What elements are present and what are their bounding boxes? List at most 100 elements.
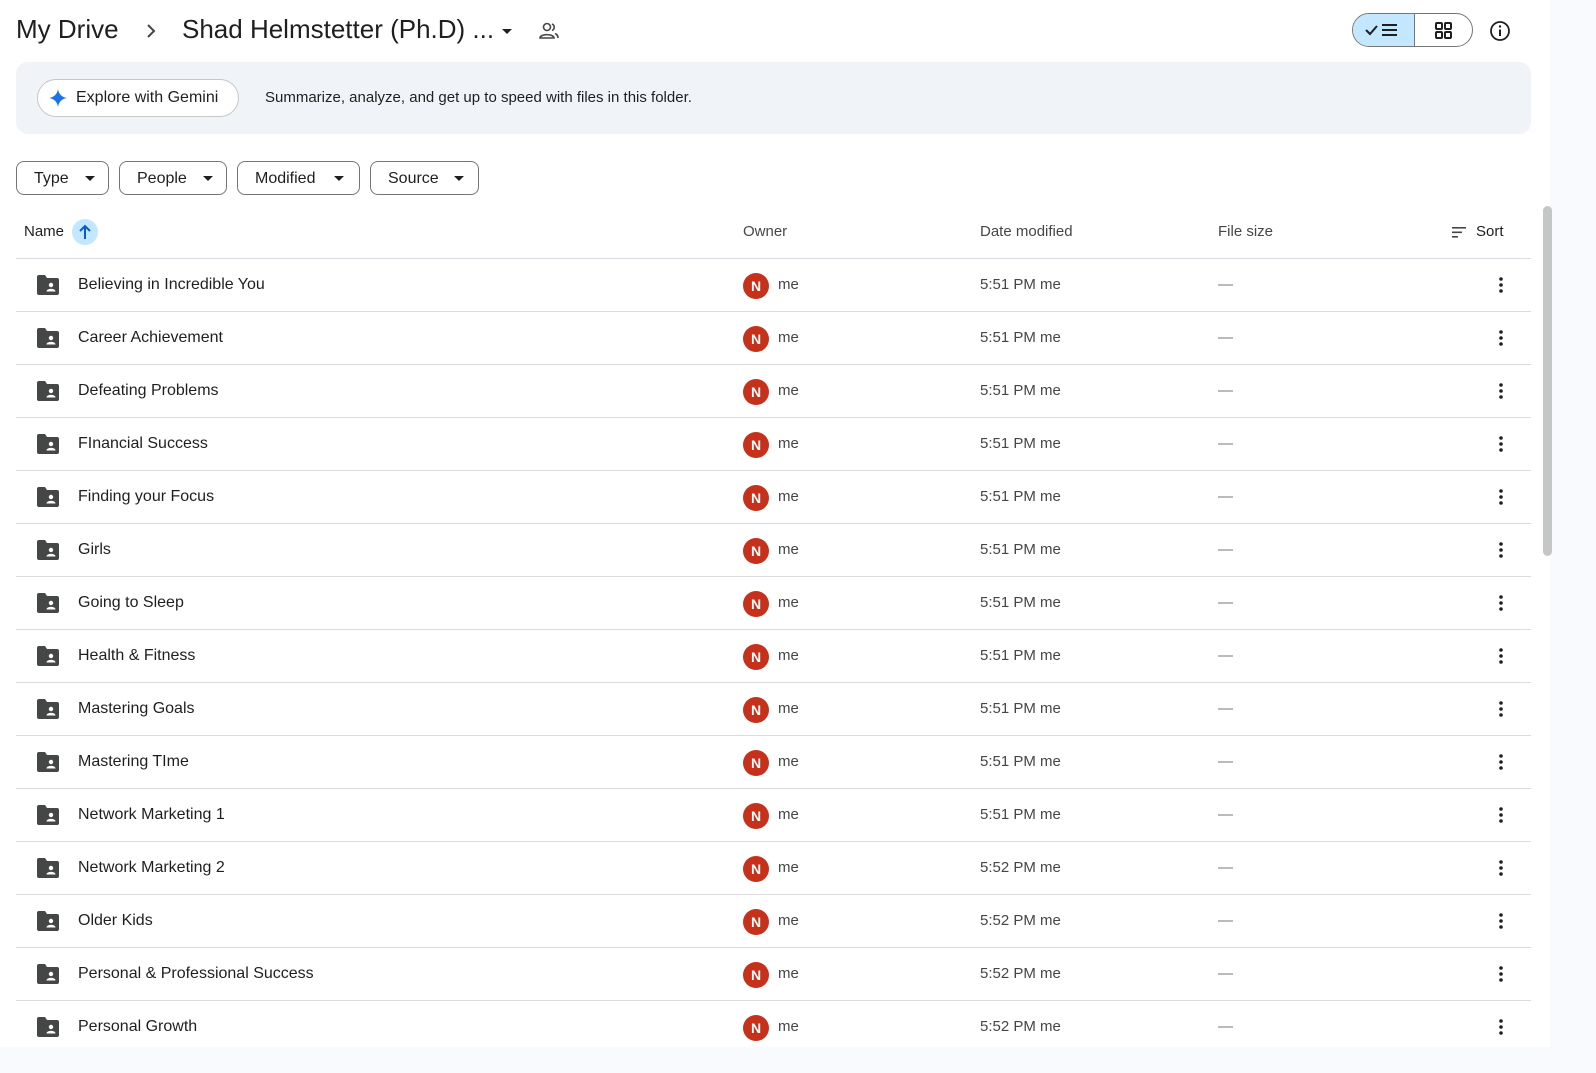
more-actions-icon[interactable] (1490, 379, 1512, 403)
date-modified: 5:51 PM me (980, 700, 1061, 717)
file-name[interactable]: Mastering TIme (78, 753, 189, 771)
table-row[interactable]: Health & Fitness N me 5:51 PM me — (16, 630, 1531, 683)
explore-with-gemini-button[interactable]: Explore with Gemini (37, 79, 239, 117)
owner-name: me (778, 806, 799, 823)
shared-folder-icon (37, 752, 59, 772)
file-name[interactable]: Health & Fitness (78, 647, 195, 665)
file-name[interactable]: Girls (78, 541, 111, 559)
file-name[interactable]: Believing in Incredible You (78, 276, 265, 294)
shared-folder-icon (37, 328, 59, 348)
table-row[interactable]: Believing in Incredible You N me 5:51 PM… (16, 259, 1531, 312)
filter-source-label: Source (388, 170, 439, 187)
more-actions-icon[interactable] (1490, 856, 1512, 880)
caret-down-icon (334, 176, 344, 181)
file-name[interactable]: Older Kids (78, 912, 153, 930)
grid-view-button[interactable] (1415, 14, 1472, 46)
more-actions-icon[interactable] (1490, 1015, 1512, 1039)
owner-avatar: N (743, 856, 769, 882)
table-row[interactable]: Defeating Problems N me 5:51 PM me — (16, 365, 1531, 418)
date-modified: 5:52 PM me (980, 912, 1061, 929)
gemini-star-icon (49, 89, 67, 107)
people-icon[interactable] (537, 19, 561, 43)
shared-folder-icon (37, 275, 59, 295)
breadcrumb-current-folder[interactable]: Shad Helmstetter (Ph.D) ... (182, 14, 494, 45)
shared-folder-icon (37, 593, 59, 613)
table-row[interactable]: Going to Sleep N me 5:51 PM me — (16, 577, 1531, 630)
sort-direction-button[interactable] (72, 219, 98, 245)
owner-name: me (778, 594, 799, 611)
file-name[interactable]: Finding your Focus (78, 488, 214, 506)
sort-button[interactable]: Sort (1449, 220, 1519, 244)
more-actions-icon[interactable] (1490, 273, 1512, 297)
owner-avatar: N (743, 326, 769, 352)
view-toggle (1352, 13, 1473, 47)
filter-modified-label: Modified (255, 170, 316, 187)
owner-avatar: N (743, 697, 769, 723)
more-actions-icon[interactable] (1490, 432, 1512, 456)
table-row[interactable]: Finding your Focus N me 5:51 PM me — (16, 471, 1531, 524)
table-row[interactable]: Girls N me 5:51 PM me — (16, 524, 1531, 577)
more-actions-icon[interactable] (1490, 803, 1512, 827)
filter-source-chip[interactable]: Source (370, 161, 479, 195)
file-name[interactable]: Network Marketing 2 (78, 859, 225, 877)
more-actions-icon[interactable] (1490, 750, 1512, 774)
scrollbar-thumb[interactable] (1543, 206, 1552, 556)
filter-modified-chip[interactable]: Modified (237, 161, 360, 195)
arrow-up-icon (79, 224, 91, 239)
filter-people-chip[interactable]: People (119, 161, 227, 195)
owner-name: me (778, 276, 799, 293)
more-actions-icon[interactable] (1490, 485, 1512, 509)
caret-down-icon[interactable] (498, 20, 516, 42)
file-size: — (1218, 965, 1233, 982)
drive-folder-page: My Drive Shad Helmstetter (Ph.D) ... Exp… (0, 0, 1552, 1073)
file-name[interactable]: Personal & Professional Success (78, 965, 314, 983)
filter-type-label: Type (34, 170, 69, 187)
file-name[interactable]: Network Marketing 1 (78, 806, 225, 824)
gemini-button-label: Explore with Gemini (76, 89, 219, 106)
table-row[interactable]: FInancial Success N me 5:51 PM me — (16, 418, 1531, 471)
table-row[interactable]: Mastering TIme N me 5:51 PM me — (16, 736, 1531, 789)
table-row[interactable]: Older Kids N me 5:52 PM me — (16, 895, 1531, 948)
more-actions-icon[interactable] (1490, 538, 1512, 562)
owner-avatar: N (743, 644, 769, 670)
breadcrumb-my-drive[interactable]: My Drive (16, 14, 119, 45)
file-name[interactable]: Going to Sleep (78, 594, 184, 612)
caret-down-icon (203, 176, 213, 181)
file-list: Believing in Incredible You N me 5:51 PM… (16, 259, 1531, 1054)
owner-avatar: N (743, 432, 769, 458)
more-actions-icon[interactable] (1490, 326, 1512, 350)
file-size: — (1218, 488, 1233, 505)
owner-name: me (778, 382, 799, 399)
table-row[interactable]: Personal & Professional Success N me 5:5… (16, 948, 1531, 1001)
filter-type-chip[interactable]: Type (16, 161, 109, 195)
file-size: — (1218, 594, 1233, 611)
owner-name: me (778, 329, 799, 346)
owner-name: me (778, 700, 799, 717)
file-name[interactable]: FInancial Success (78, 435, 208, 453)
more-actions-icon[interactable] (1490, 962, 1512, 986)
column-date-header[interactable]: Date modified (980, 223, 1073, 240)
date-modified: 5:51 PM me (980, 647, 1061, 664)
column-name-header[interactable]: Name (24, 223, 64, 240)
shared-folder-icon (37, 911, 59, 931)
column-size-header[interactable]: File size (1218, 223, 1273, 240)
more-actions-icon[interactable] (1490, 644, 1512, 668)
more-actions-icon[interactable] (1490, 909, 1512, 933)
more-actions-icon[interactable] (1490, 697, 1512, 721)
shared-folder-icon (37, 1017, 59, 1037)
table-row[interactable]: Network Marketing 2 N me 5:52 PM me — (16, 842, 1531, 895)
shared-folder-icon (37, 434, 59, 454)
file-name[interactable]: Career Achievement (78, 329, 223, 347)
file-name[interactable]: Mastering Goals (78, 700, 195, 718)
list-view-button[interactable] (1353, 14, 1415, 46)
date-modified: 5:52 PM me (980, 965, 1061, 982)
table-row[interactable]: Career Achievement N me 5:51 PM me — (16, 312, 1531, 365)
shared-folder-icon (37, 487, 59, 507)
more-actions-icon[interactable] (1490, 591, 1512, 615)
info-icon[interactable] (1487, 18, 1513, 44)
file-name[interactable]: Defeating Problems (78, 382, 219, 400)
table-row[interactable]: Mastering Goals N me 5:51 PM me — (16, 683, 1531, 736)
table-row[interactable]: Network Marketing 1 N me 5:51 PM me — (16, 789, 1531, 842)
file-name[interactable]: Personal Growth (78, 1018, 197, 1036)
date-modified: 5:51 PM me (980, 382, 1061, 399)
